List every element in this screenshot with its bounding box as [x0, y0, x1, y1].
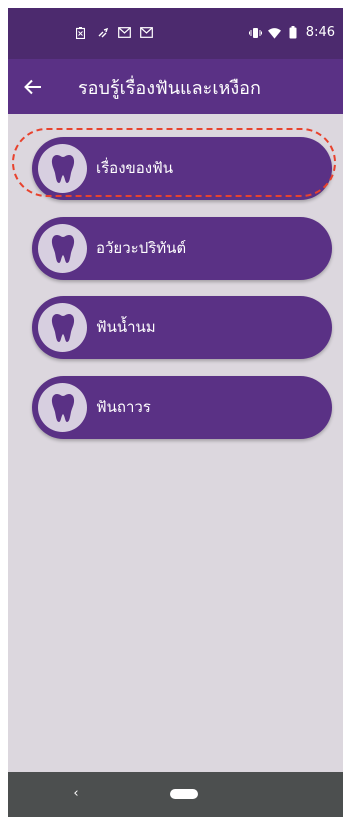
arrow-left-icon: [24, 79, 41, 95]
menu-item-label: ฟันถาวร: [96, 398, 151, 416]
menu-item-label: ฟันน้ำนม: [96, 318, 156, 336]
tooth-icon-circle: [38, 383, 87, 432]
status-right-icons: 8:46: [248, 25, 335, 40]
nav-home-pill[interactable]: [170, 789, 198, 799]
link-icon: [96, 26, 109, 39]
tooth-icon: [51, 313, 74, 342]
menu-item-teeth-topic[interactable]: เรื่องของฟัน: [32, 137, 332, 200]
menu-item-permanent-teeth[interactable]: ฟันถาวร: [32, 376, 332, 439]
nav-back-icon[interactable]: ‹: [68, 785, 84, 803]
status-bar: 8:46: [8, 8, 343, 59]
tooth-icon: [51, 154, 74, 183]
tooth-icon-circle: [38, 144, 87, 193]
tooth-icon: [51, 393, 74, 422]
status-left-icons: [74, 26, 153, 39]
tooth-icon: [51, 234, 74, 263]
menu-item-label: อวัยวะปริทันต์: [96, 239, 187, 257]
app-bar: รอบรู้เรื่องฟันและเหงือก: [8, 59, 343, 114]
gmail-icon: [118, 26, 131, 39]
back-button[interactable]: [20, 74, 46, 100]
menu-item-periodontium[interactable]: อวัยวะปริทันต์: [32, 217, 332, 280]
page-title: รอบรู้เรื่องฟันและเหงือก: [78, 78, 261, 99]
system-nav-bar: ‹: [8, 772, 343, 817]
battery-icon: [287, 26, 300, 39]
battery-saver-icon: [74, 26, 87, 39]
menu-item-label: เรื่องของฟัน: [96, 159, 173, 177]
menu-item-baby-teeth[interactable]: ฟันน้ำนม: [32, 296, 332, 359]
status-time: 8:46: [305, 25, 335, 40]
wifi-icon: [267, 26, 281, 39]
app-screen: 8:46 รอบรู้เรื่องฟันและเหงือก เรื่องของฟ…: [8, 8, 343, 817]
gmail-icon: [140, 26, 153, 39]
tooth-icon-circle: [38, 303, 87, 352]
tooth-icon-circle: [38, 224, 87, 273]
vibrate-icon: [248, 26, 262, 39]
